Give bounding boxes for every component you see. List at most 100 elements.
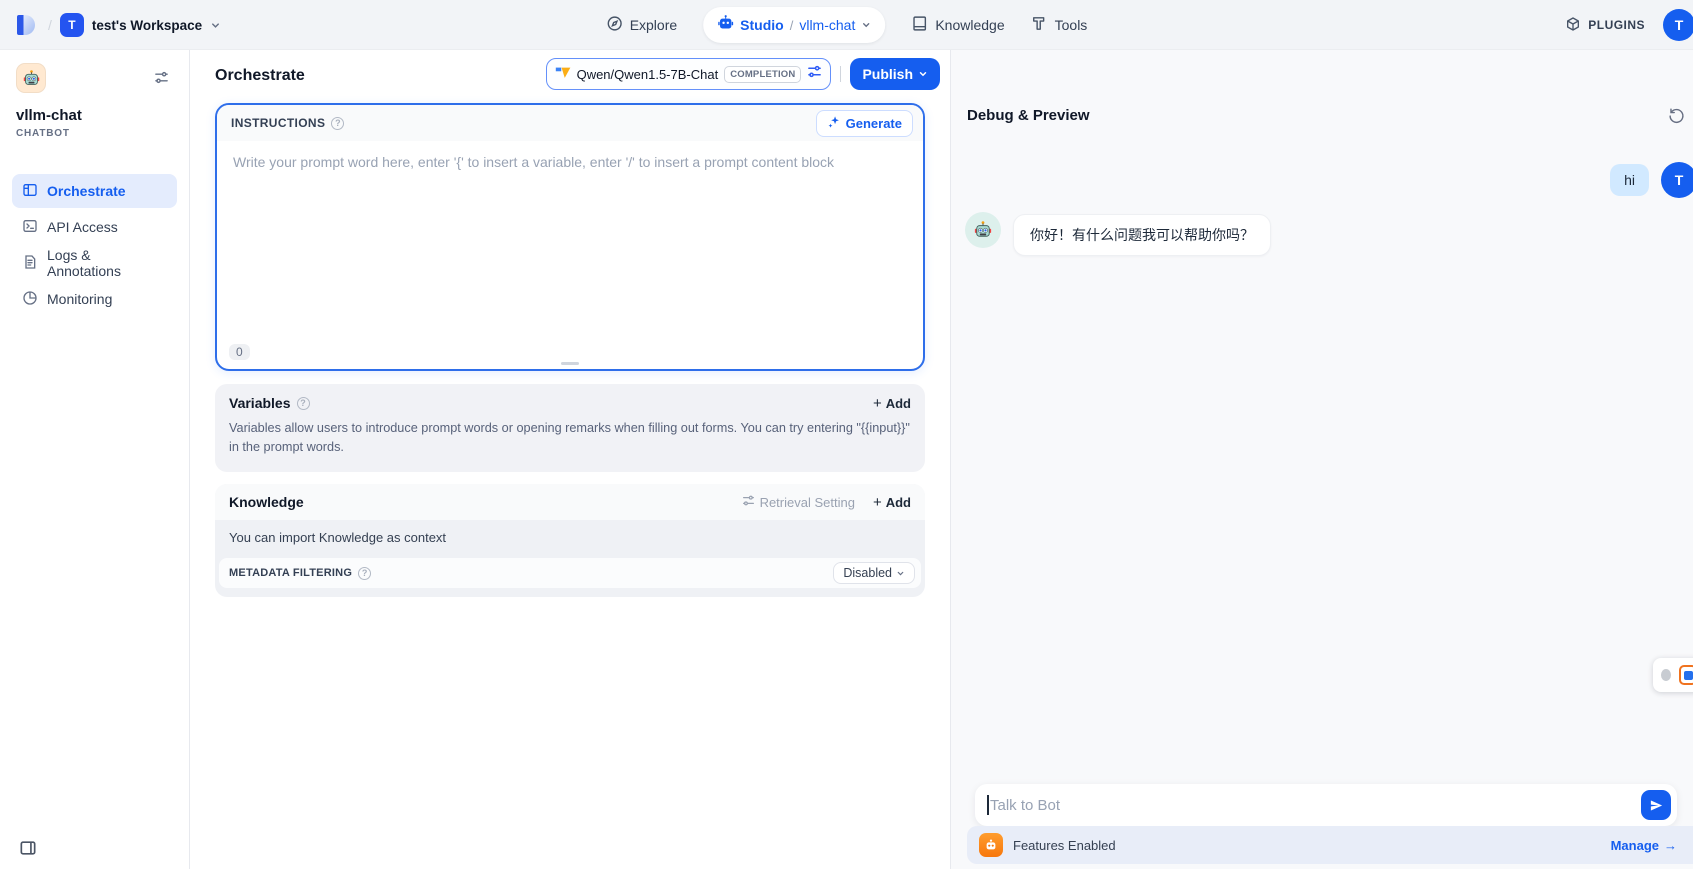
chat-message-user: hi T [951, 162, 1693, 202]
nav-knowledge[interactable]: Knowledge [911, 15, 1004, 35]
tab-studio: Studio [740, 17, 784, 33]
sidebar-item-monitoring[interactable]: Monitoring [12, 282, 177, 316]
chat-input-box [975, 784, 1677, 826]
sidebar-nav: Orchestrate API Access Logs & Annotation… [0, 172, 189, 318]
metadata-filtering-title: METADATA FILTERING [229, 567, 352, 579]
app-sidebar: vllm-chat CHATBOT Orchestrate API Access… [0, 50, 190, 869]
add-variable-button[interactable]: + Add [873, 396, 911, 411]
nav-studio-pill[interactable]: Studio / vllm-chat [703, 7, 885, 43]
divider [840, 66, 841, 82]
help-icon[interactable]: ? [331, 117, 344, 130]
metadata-filtering-select[interactable]: Disabled [833, 562, 915, 584]
header-right: PLUGINS T [1565, 0, 1693, 50]
bot-message-bubble: 你好！有什么问题我可以帮助你吗？ [1013, 214, 1271, 256]
model-mode-badge: COMPLETION [724, 66, 801, 83]
pie-chart-icon [22, 290, 38, 309]
knowledge-description: You can import Knowledge as context [215, 520, 925, 555]
knowledge-header: Knowledge Retrieval Setting + Add [215, 484, 925, 520]
nav-explore[interactable]: Explore [606, 15, 677, 35]
robot-icon [717, 14, 734, 36]
layout-icon [22, 182, 38, 201]
sidebar-item-api-access[interactable]: API Access [12, 210, 177, 244]
prompt-placeholder: Write your prompt word here, enter '{' t… [233, 154, 834, 170]
publish-button[interactable]: Publish [850, 58, 940, 90]
sidebar-item-orchestrate[interactable]: Orchestrate [12, 174, 177, 208]
resize-handle[interactable] [561, 362, 579, 365]
retrieval-setting-button[interactable]: Retrieval Setting [742, 494, 855, 510]
workspace-area: / T test's Workspace [14, 0, 221, 50]
features-label: Features Enabled [1013, 838, 1116, 853]
app-icon[interactable] [16, 63, 46, 93]
char-count-badge: 0 [229, 344, 250, 360]
chevron-down-icon [896, 569, 905, 578]
instructions-card: INSTRUCTIONS ? Generate Write your promp… [215, 103, 925, 371]
generate-button[interactable]: Generate [816, 110, 913, 137]
vllm-logo-icon [555, 64, 571, 85]
instructions-title: INSTRUCTIONS [231, 116, 325, 130]
variables-card: Variables ? + Add Variables allow users … [215, 384, 925, 472]
arrow-right-icon: → [1664, 838, 1677, 853]
variables-title: Variables [229, 395, 291, 411]
dify-logo[interactable] [14, 12, 40, 38]
instructions-header: INSTRUCTIONS ? Generate [217, 105, 923, 141]
variables-header: Variables ? + Add [215, 384, 925, 415]
chat-input[interactable] [975, 797, 1677, 814]
text-caret [987, 795, 989, 815]
add-knowledge-button[interactable]: + Add [873, 495, 911, 510]
sparkle-icon [827, 115, 841, 132]
knowledge-title: Knowledge [229, 494, 304, 510]
breadcrumb-separator: / [790, 18, 794, 33]
extension-icon[interactable] [1679, 665, 1693, 685]
hammer-icon [1031, 15, 1048, 35]
model-selector[interactable]: Qwen/Qwen1.5-7B-Chat COMPLETION [546, 58, 832, 90]
plus-icon: + [873, 495, 882, 510]
prompt-editor[interactable]: Write your prompt word here, enter '{' t… [217, 141, 923, 185]
cube-icon [1565, 16, 1581, 35]
model-name: Qwen/Qwen1.5-7B-Chat [577, 67, 719, 82]
help-icon[interactable]: ? [297, 397, 310, 410]
features-bar: Features Enabled Manage → [967, 826, 1693, 864]
chevron-down-icon[interactable] [210, 20, 221, 31]
restart-conversation-icon[interactable] [1668, 107, 1685, 129]
workspace-badge[interactable]: T [60, 13, 84, 37]
explore-icon [606, 15, 623, 35]
extension-dot-icon[interactable] [1661, 669, 1671, 681]
retrieval-settings-icon [742, 494, 755, 510]
plugins-button[interactable]: PLUGINS [1565, 16, 1645, 35]
chevron-down-icon [918, 69, 928, 79]
app-settings-icon[interactable] [154, 70, 169, 90]
sidebar-app-name: vllm-chat [16, 107, 82, 124]
terminal-icon [22, 218, 38, 237]
sidebar-app-type: CHATBOT [16, 128, 70, 139]
book-icon [911, 15, 928, 35]
top-header: / T test's Workspace Explore Studio / vl… [0, 0, 1693, 50]
nav-tools[interactable]: Tools [1031, 15, 1088, 35]
workspace-name[interactable]: test's Workspace [92, 18, 202, 33]
sidebar-item-logs-annotations[interactable]: Logs & Annotations [12, 246, 177, 280]
metadata-filtering-row: METADATA FILTERING ? Disabled [219, 558, 921, 588]
page-title: Orchestrate [215, 67, 305, 85]
model-toolbar: Qwen/Qwen1.5-7B-Chat COMPLETION Publish [546, 58, 940, 90]
help-icon[interactable]: ? [358, 567, 371, 580]
model-params-icon[interactable] [807, 64, 822, 84]
manage-features-link[interactable]: Manage → [1611, 838, 1677, 853]
send-button[interactable] [1641, 790, 1671, 820]
features-icon [979, 833, 1003, 857]
user-message-bubble: hi [1610, 164, 1649, 196]
debug-preview-panel: Debug & Preview hi T 你好！有什么问题我可以帮助你吗？ [950, 50, 1693, 869]
main-nav: Explore Studio / vllm-chat Knowledge Too… [606, 0, 1088, 50]
collapse-sidebar-icon[interactable] [18, 838, 38, 863]
browser-extension-widget[interactable] [1653, 658, 1693, 692]
document-icon [22, 254, 38, 273]
knowledge-card: Knowledge Retrieval Setting + Add You ca… [215, 484, 925, 597]
user-avatar[interactable]: T [1663, 9, 1693, 41]
user-message-avatar: T [1661, 162, 1693, 198]
debug-preview-title: Debug & Preview [967, 107, 1090, 124]
breadcrumb-separator: / [48, 17, 52, 33]
orchestrate-panel: Orchestrate Qwen/Qwen1.5-7B-Chat COMPLET… [190, 50, 950, 869]
chevron-down-icon[interactable] [861, 20, 871, 30]
bot-avatar [965, 212, 1001, 248]
current-app-name: vllm-chat [799, 17, 855, 33]
variables-description: Variables allow users to introduce promp… [215, 415, 925, 469]
plus-icon: + [873, 396, 882, 411]
